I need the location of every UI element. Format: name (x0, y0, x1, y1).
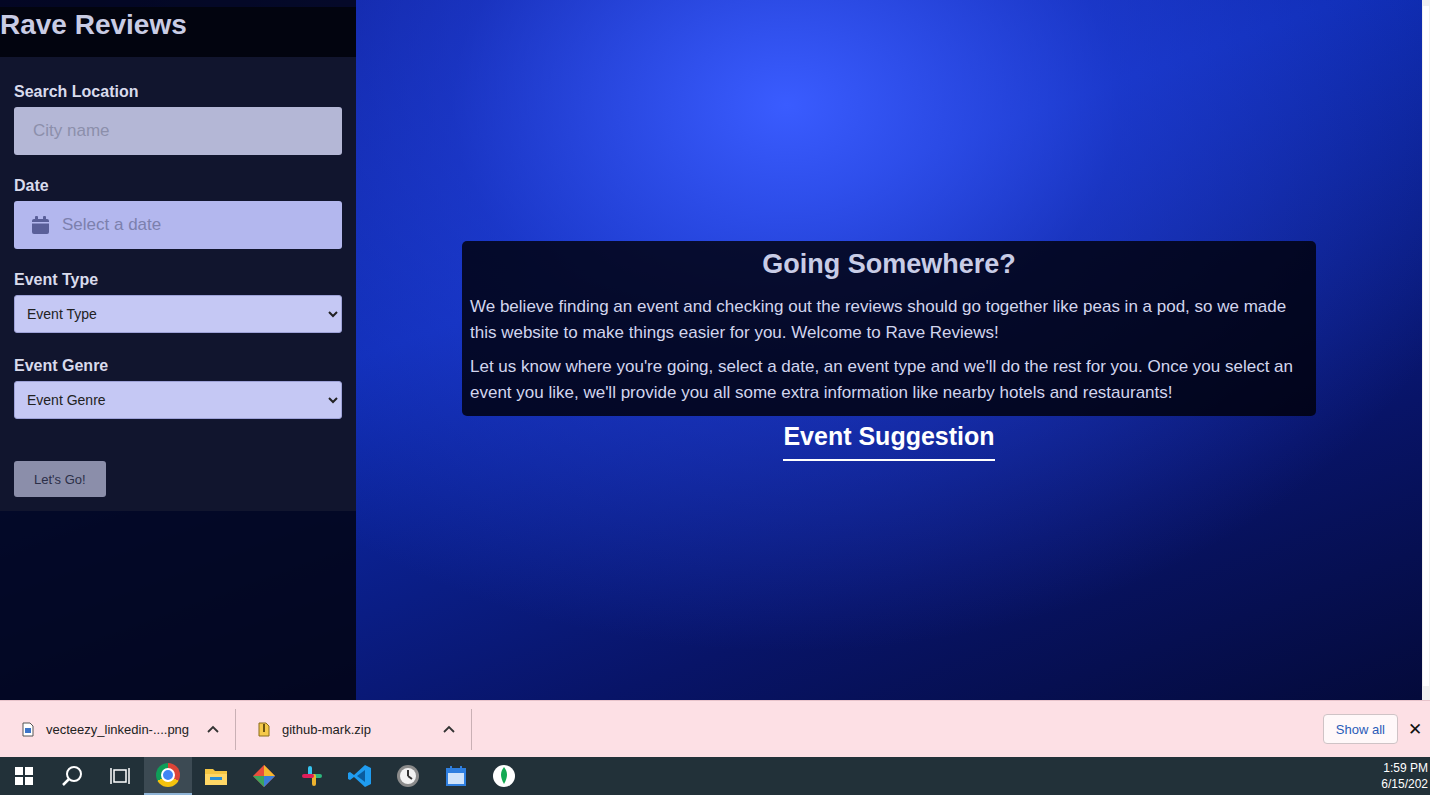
windows-icon (15, 767, 33, 785)
main-area: Going Somewhere? We believe finding an ev… (356, 0, 1422, 700)
taskbar-app[interactable] (384, 757, 432, 795)
date-placeholder: Select a date (62, 215, 161, 235)
taskbar-app[interactable] (192, 757, 240, 795)
git-app-icon (252, 764, 276, 788)
screen: Rave Reviews Search Location Date Select a … (0, 0, 1430, 795)
sidebar: Rave Reviews Search Location Date Select a … (0, 0, 356, 700)
scroll-thumb[interactable] (1423, 6, 1429, 686)
taskbar-app[interactable] (144, 757, 192, 795)
browser-page: Rave Reviews Search Location Date Select a … (0, 0, 1430, 700)
calendar-app-icon (445, 765, 467, 787)
title-box: Rave Reviews (0, 7, 356, 57)
field-label: Date (14, 177, 342, 195)
download-item[interactable]: vecteezy_linkedin-....png (0, 709, 236, 750)
task-view-icon (110, 767, 130, 785)
form-field: Date Select a date (14, 177, 342, 249)
city-input[interactable] (14, 107, 342, 155)
mongodb-icon (492, 764, 516, 788)
select-input[interactable]: Event Genre (14, 381, 342, 419)
taskbar-app[interactable] (336, 757, 384, 795)
taskbar-app[interactable] (432, 757, 480, 795)
clock-time: 1:59 PM (1383, 760, 1428, 776)
go-button[interactable]: Let's Go! (14, 461, 106, 497)
suggestion-heading: Event Suggestion (783, 422, 994, 461)
field-label: Search Location (14, 83, 342, 101)
taskbar-app[interactable] (240, 757, 288, 795)
intro-heading: Going Somewhere? (470, 249, 1308, 280)
taskbar-app[interactable] (48, 757, 96, 795)
form-field: Event Genre Event Genre (14, 357, 342, 419)
select-input[interactable]: Event Type (14, 295, 342, 333)
close-button[interactable]: ✕ (1402, 719, 1428, 740)
slack-icon (301, 765, 323, 787)
clock-date: 6/15/202 (1381, 776, 1428, 792)
intro-paragraph: Let us know where you're going, select a… (470, 354, 1308, 406)
form-field: Event Type Event Type (14, 271, 342, 333)
show-all-button[interactable]: Show all (1323, 714, 1398, 744)
calendar-icon (32, 216, 49, 234)
form-field: Search Location (14, 83, 342, 155)
vscode-icon (348, 764, 372, 788)
chrome-icon (156, 763, 180, 787)
search-icon (61, 765, 83, 787)
intro-card: Going Somewhere? We believe finding an ev… (462, 241, 1316, 416)
site-title[interactable]: Rave Reviews (0, 7, 356, 40)
taskbar-app[interactable] (480, 757, 528, 795)
field-label: Event Type (14, 271, 342, 289)
intro-paragraph: We believe finding an event and checking… (470, 294, 1308, 346)
taskbar-app[interactable] (0, 757, 48, 795)
system-clock[interactable]: 1:59 PM6/15/202 (1381, 757, 1430, 795)
taskbar-app[interactable] (96, 757, 144, 795)
download-name: vecteezy_linkedin-....png (46, 722, 195, 737)
downloads-bar: vecteezy_linkedin-....png github-mark.zip… (0, 700, 1430, 757)
field-label: Event Genre (14, 357, 342, 375)
date-input[interactable]: Select a date (14, 201, 342, 249)
download-item[interactable]: github-mark.zip (236, 709, 472, 750)
folder-icon (204, 766, 228, 786)
taskbar-app[interactable] (288, 757, 336, 795)
chevron-up-icon[interactable] (443, 725, 455, 733)
scrollbar[interactable] (1422, 0, 1430, 700)
taskbar: 1:59 PM6/15/202 (0, 757, 1430, 795)
search-form: Search Location Date Select a date Event Ty… (0, 57, 356, 511)
zip-file-icon (258, 722, 270, 737)
clock-icon (396, 764, 420, 788)
chevron-up-icon[interactable] (207, 725, 219, 733)
download-name: github-mark.zip (282, 722, 431, 737)
image-file-icon (22, 722, 34, 737)
